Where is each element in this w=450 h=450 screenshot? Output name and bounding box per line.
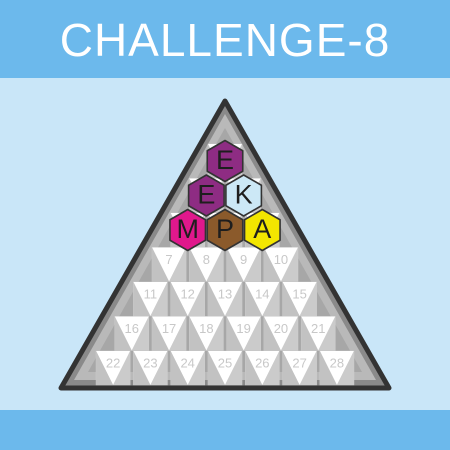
hex-letter: A [253,214,271,244]
board-cell-13[interactable]: 13 [207,281,243,317]
cell-number: 10 [274,252,288,267]
cell-number: 9 [240,252,247,267]
cell-number: 25 [218,355,232,370]
hex-letter: E [216,145,234,175]
cell-number: 19 [236,321,250,336]
board-cell-16[interactable]: 16 [114,316,150,351]
hex-letter: M [176,214,199,244]
board-cell-15[interactable]: 15 [282,281,317,317]
cell-number: 18 [199,321,213,336]
cell-number: 12 [180,286,194,301]
board-cell-14[interactable]: 14 [245,281,280,317]
board-cell-11[interactable]: 11 [133,281,168,317]
board-cell-23[interactable]: 23 [133,350,168,386]
board-cell-21[interactable]: 21 [300,316,336,351]
board-cell-18[interactable]: 18 [189,316,224,351]
cell-number: 17 [162,321,176,336]
board-cell-22[interactable]: 22 [95,350,131,386]
hex-letter: P [216,214,234,244]
board-cell-26[interactable]: 26 [245,350,280,386]
cell-number: 24 [180,355,194,370]
board-cell-25[interactable]: 25 [207,350,243,386]
puzzle-board: 1234567891011121314151617181920212223242… [58,98,392,391]
board-cell-17[interactable]: 17 [151,316,187,351]
board-cell-9[interactable]: 9 [226,247,261,282]
board-cell-28[interactable]: 28 [319,350,355,386]
board-cell-27[interactable]: 27 [282,350,317,386]
cell-number: 14 [255,286,269,301]
cell-number: 26 [255,355,269,370]
board-cell-24[interactable]: 24 [170,350,205,386]
cell-number: 7 [165,252,172,267]
board-cell-8[interactable]: 8 [189,247,224,282]
cell-number: 13 [218,286,232,301]
cell-number: 23 [143,355,157,370]
board-cell-12[interactable]: 12 [170,281,205,317]
board-cell-7[interactable]: 7 [151,247,187,282]
hex-letter: E [197,180,215,210]
cell-number: 28 [330,355,344,370]
board-cell-19[interactable]: 19 [226,316,261,351]
cell-number: 16 [125,321,139,336]
board-cell-20[interactable]: 20 [263,316,299,351]
cell-number: 27 [292,355,306,370]
cell-number: 20 [274,321,288,336]
cell-number: 11 [144,286,158,301]
cell-number: 21 [311,321,325,336]
hex-letter: K [235,180,253,210]
cell-number: 15 [292,286,306,301]
cell-number: 22 [106,355,120,370]
cell-number: 8 [203,252,210,267]
board-cell-10[interactable]: 10 [263,247,299,282]
